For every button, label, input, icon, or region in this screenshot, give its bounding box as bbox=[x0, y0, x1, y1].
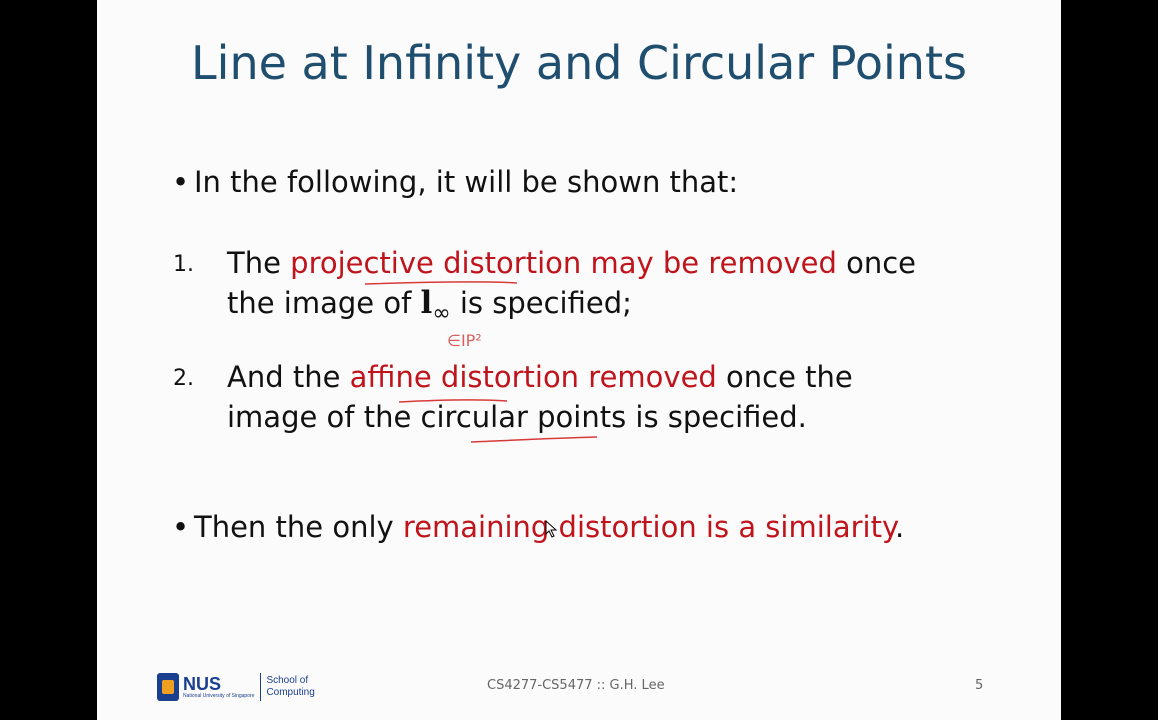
outro-bullet: • Then the only remaining distortion is a… bbox=[172, 507, 904, 547]
item1-number: 1. bbox=[173, 252, 194, 277]
infinity-subscript: ∞ bbox=[432, 301, 451, 327]
nus-subtitle: National University of Singapore bbox=[183, 693, 255, 699]
item2-line1: And the affine distortion removed once t… bbox=[227, 357, 853, 397]
ink-underline-points bbox=[470, 436, 598, 443]
nus-wordmark: NUS National University of Singapore bbox=[183, 675, 254, 699]
nus-logo: NUS National University of Singapore Sch… bbox=[157, 670, 315, 704]
school-line2: Computing bbox=[266, 687, 315, 698]
item2-prefix: And the bbox=[227, 360, 350, 394]
item2-line2: image of the circular points is specifie… bbox=[227, 400, 807, 434]
outro-suffix: . bbox=[895, 510, 905, 544]
nus-crest-icon bbox=[157, 673, 179, 701]
item1-highlight: projective distortion may be removed bbox=[290, 246, 837, 280]
item1-line1: The projective distortion may be removed… bbox=[227, 243, 916, 283]
school-line1: School of bbox=[266, 675, 309, 686]
page-number: 5 bbox=[975, 678, 984, 693]
nus-name: NUS bbox=[183, 674, 222, 694]
item2-number: 2. bbox=[173, 366, 194, 391]
item1-line2-after: is specified; bbox=[450, 286, 632, 320]
cursor-icon bbox=[545, 520, 558, 538]
bullet-icon: • bbox=[172, 165, 190, 199]
school-name: School of Computing bbox=[266, 675, 314, 699]
item1-prefix: The bbox=[227, 246, 291, 280]
line-symbol: l bbox=[420, 285, 433, 321]
slide: Line at Infinity and Circular Points • In… bbox=[97, 0, 1061, 720]
item2-highlight: affine distortion removed bbox=[349, 360, 717, 394]
line-at-infinity-symbol: l∞ bbox=[420, 285, 451, 326]
intro-bullet: • In the following, it will be shown that… bbox=[172, 162, 738, 202]
item1-line2-before: the image of bbox=[227, 286, 421, 320]
item1-line2: the image of l∞ is specified; bbox=[227, 283, 632, 334]
item2-after: once the bbox=[716, 360, 853, 394]
footer-course: CS4277-CS5477 :: G.H. Lee bbox=[487, 678, 665, 693]
logo-divider bbox=[260, 673, 262, 701]
slide-title: Line at Infinity and Circular Points bbox=[191, 36, 967, 90]
intro-text: In the following, it will be shown that: bbox=[194, 165, 739, 199]
bullet-icon: • bbox=[172, 510, 190, 544]
outro-highlight: remaining distortion is a similarity bbox=[402, 510, 895, 544]
outro-prefix: Then the only bbox=[194, 510, 403, 544]
item1-after: once bbox=[836, 246, 917, 280]
video-frame: Line at Infinity and Circular Points • In… bbox=[0, 0, 1158, 720]
